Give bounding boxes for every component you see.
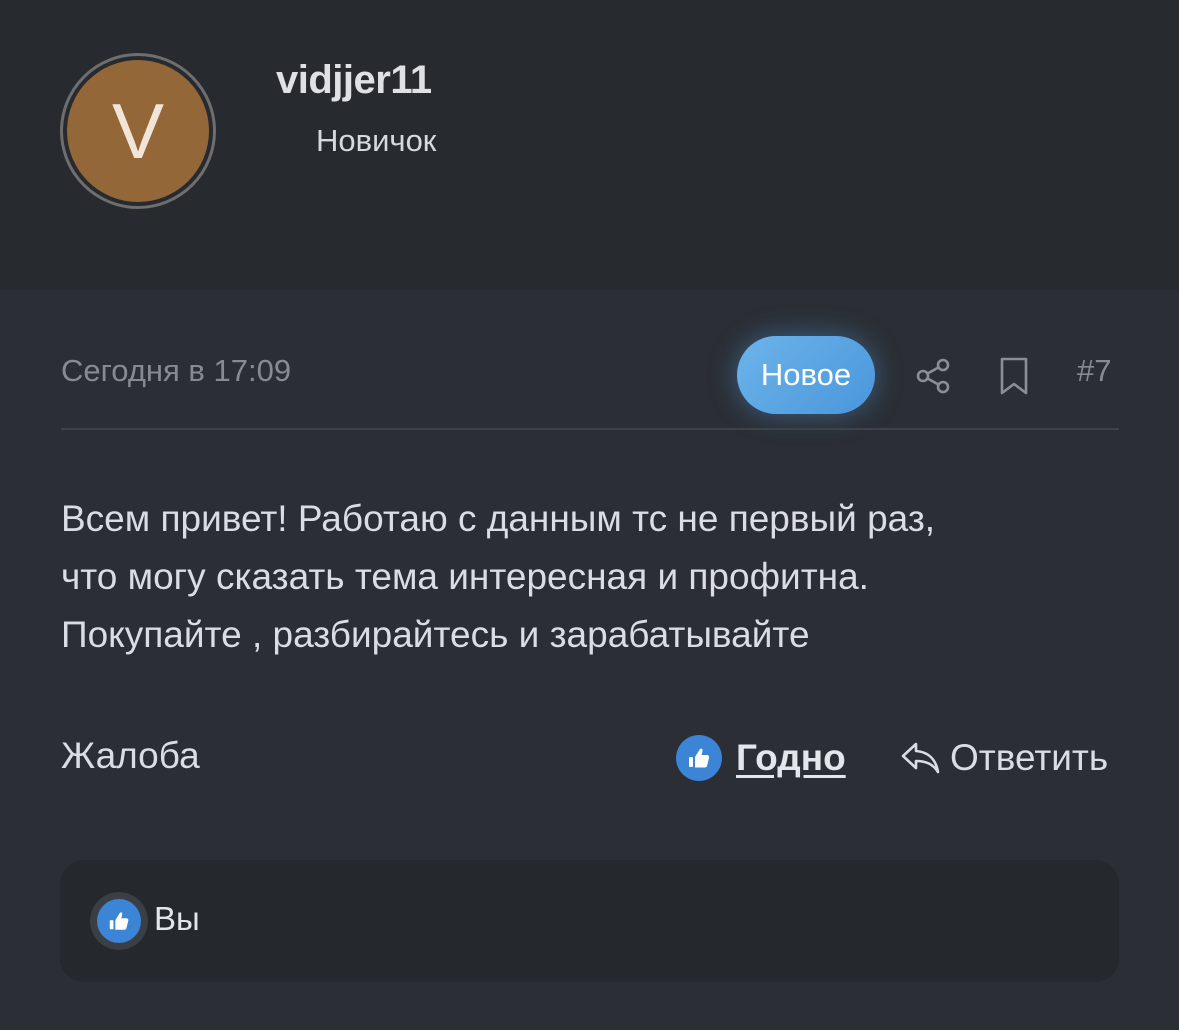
- thumbs-up-icon: [97, 899, 141, 943]
- message-user-header: V vidjjer11 Новичок: [0, 0, 1179, 290]
- post-body-line: что могу сказать тема интересная и профи…: [61, 556, 869, 597]
- user-title: Новичок: [316, 123, 437, 158]
- post-body-line: Всем привет! Работаю с данным тс не перв…: [61, 498, 936, 539]
- reaction-user[interactable]: Вы: [154, 900, 200, 938]
- reaction-badge: [90, 892, 148, 950]
- like-label: Годно: [736, 737, 846, 778]
- new-badge: Новое: [737, 336, 875, 414]
- like-button[interactable]: Годно: [676, 733, 846, 783]
- share-icon[interactable]: [913, 356, 953, 396]
- post-date[interactable]: Сегодня в 17:09: [61, 353, 291, 389]
- post-body-line: Покупайте , разбирайтесь и зарабатывайте: [61, 614, 810, 655]
- post: Сегодня в 17:09 Новое #7 Всем привет! Ра…: [0, 290, 1179, 1030]
- report-link[interactable]: Жалоба: [61, 735, 200, 777]
- reactions-bar[interactable]: Вы: [60, 860, 1119, 982]
- reply-label: Ответить: [950, 737, 1109, 778]
- divider: [61, 428, 1119, 430]
- post-number-link[interactable]: #7: [1077, 353, 1111, 389]
- thumbs-up-icon: [676, 735, 722, 781]
- post-body: Всем привет! Работаю с данным тс не перв…: [61, 490, 1121, 664]
- username-link[interactable]: vidjjer11: [276, 58, 432, 103]
- avatar-letter: V: [67, 60, 209, 202]
- avatar[interactable]: V: [60, 53, 216, 209]
- reply-icon: [901, 742, 940, 774]
- reply-button[interactable]: Ответить: [898, 733, 1108, 783]
- bookmark-icon[interactable]: [998, 356, 1030, 396]
